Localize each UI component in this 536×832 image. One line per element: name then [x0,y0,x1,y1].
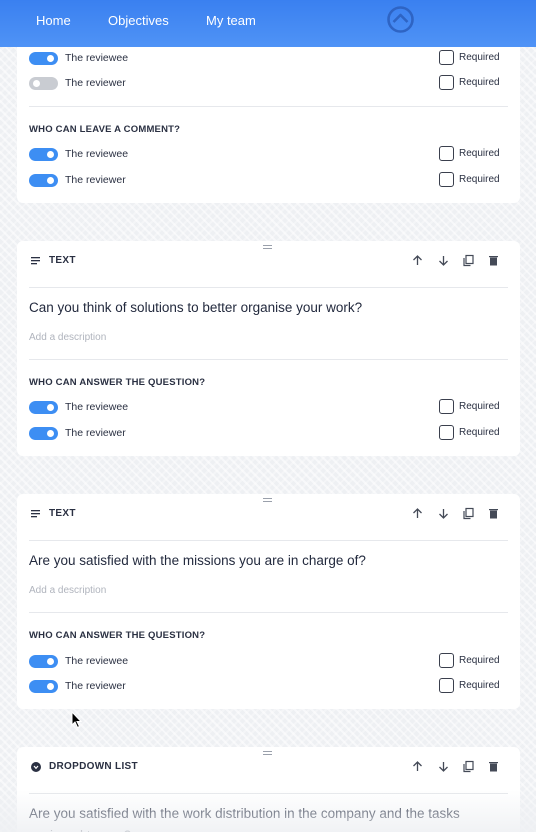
required-checkbox[interactable] [439,678,454,693]
question-card: TEXT Can you think of solutions to bette… [17,241,520,456]
divider [29,793,508,794]
block-type-label: DROPDOWN LIST [49,761,138,772]
divider [29,612,508,613]
reviewer-toggle[interactable] [29,427,58,440]
permission-label: The reviewee [65,52,129,64]
permission-label: The reviewer [65,174,126,186]
required-checkbox[interactable] [439,146,454,161]
text-lines-icon [31,510,40,518]
required-label: Required [459,52,500,63]
question-text[interactable]: Can you think of solutions to better org… [29,297,480,319]
trash-icon[interactable] [487,254,500,267]
question-card: DROPDOWN LIST Are you satisfied with the… [17,747,520,832]
question-text[interactable]: Are you satisfied with the missions you … [29,550,480,572]
description-input[interactable]: Add a description [29,332,106,343]
arrow-down-icon[interactable] [437,254,450,267]
required-checkbox[interactable] [439,653,454,668]
reviewer-toggle[interactable] [29,77,58,90]
reviewer-comment-toggle[interactable] [29,174,58,187]
answer-section-title: WHO CAN ANSWER THE QUESTION? [29,377,206,388]
drag-handle-icon[interactable] [263,751,272,755]
permission-row: The reviewee Required [29,49,502,69]
question-card: TEXT Are you satisfied with the missions… [17,494,520,709]
drag-handle-icon[interactable] [263,245,272,249]
description-input[interactable]: Add a description [29,585,106,596]
permission-label: The reviewee [65,148,129,160]
permission-label: The reviewee [65,655,129,667]
divider [29,540,508,541]
answer-section-title: WHO CAN ANSWER THE QUESTION? [29,630,206,641]
arrow-up-icon[interactable] [411,254,424,267]
duplicate-icon[interactable] [462,760,475,773]
arrow-down-icon[interactable] [437,760,450,773]
required-label: Required [459,427,500,438]
reviewee-toggle[interactable] [29,655,58,668]
required-label: Required [459,401,500,412]
block-type-label: TEXT [49,508,76,519]
divider [29,106,508,107]
nav-objectives[interactable]: Objectives [108,13,169,28]
comment-section-title: WHO CAN LEAVE A COMMENT? [29,124,181,135]
permission-label: The reviewer [65,427,126,439]
required-label: Required [459,655,500,666]
required-checkbox[interactable] [439,75,454,90]
trash-icon[interactable] [487,760,500,773]
permission-label: The reviewee [65,401,129,413]
trash-icon[interactable] [487,507,500,520]
required-checkbox[interactable] [439,50,454,65]
block-toolbar [407,507,507,521]
divider [29,287,508,288]
top-nav: Home Objectives My team [0,0,536,47]
permission-row: The reviewee Required [29,145,502,165]
text-lines-icon [31,257,40,265]
required-checkbox[interactable] [439,172,454,187]
permission-row: The reviewee Required [29,652,502,672]
permission-row: The reviewer Required [29,74,502,94]
logo-icon[interactable] [386,5,415,34]
permission-row: The reviewer Required [29,677,502,697]
drag-handle-icon[interactable] [263,498,272,502]
required-label: Required [459,148,500,159]
permission-row: The reviewer Required [29,171,502,191]
block-type-label: TEXT [49,255,76,266]
duplicate-icon[interactable] [462,507,475,520]
arrow-down-icon[interactable] [437,507,450,520]
dropdown-circle-icon [31,762,41,772]
block-toolbar [407,254,507,268]
mouse-cursor-icon [71,711,83,729]
reviewer-toggle[interactable] [29,680,58,693]
permission-label: The reviewer [65,77,126,89]
duplicate-icon[interactable] [462,254,475,267]
nav-home[interactable]: Home [36,13,71,28]
reviewee-comment-toggle[interactable] [29,148,58,161]
permission-row: The reviewee Required [29,398,502,418]
required-checkbox[interactable] [439,425,454,440]
arrow-up-icon[interactable] [411,507,424,520]
question-text[interactable]: Are you satisfied with the work distribu… [29,803,470,832]
reviewee-toggle[interactable] [29,52,58,65]
block-toolbar [407,760,507,774]
question-card-previous: The reviewee Required The reviewer Requi… [17,20,520,203]
arrow-up-icon[interactable] [411,760,424,773]
required-label: Required [459,680,500,691]
permission-label: The reviewer [65,680,126,692]
required-label: Required [459,174,500,185]
nav-my-team[interactable]: My team [206,13,256,28]
permission-row: The reviewer Required [29,424,502,444]
divider [29,359,508,360]
reviewee-toggle[interactable] [29,401,58,414]
required-label: Required [459,77,500,88]
required-checkbox[interactable] [439,399,454,414]
